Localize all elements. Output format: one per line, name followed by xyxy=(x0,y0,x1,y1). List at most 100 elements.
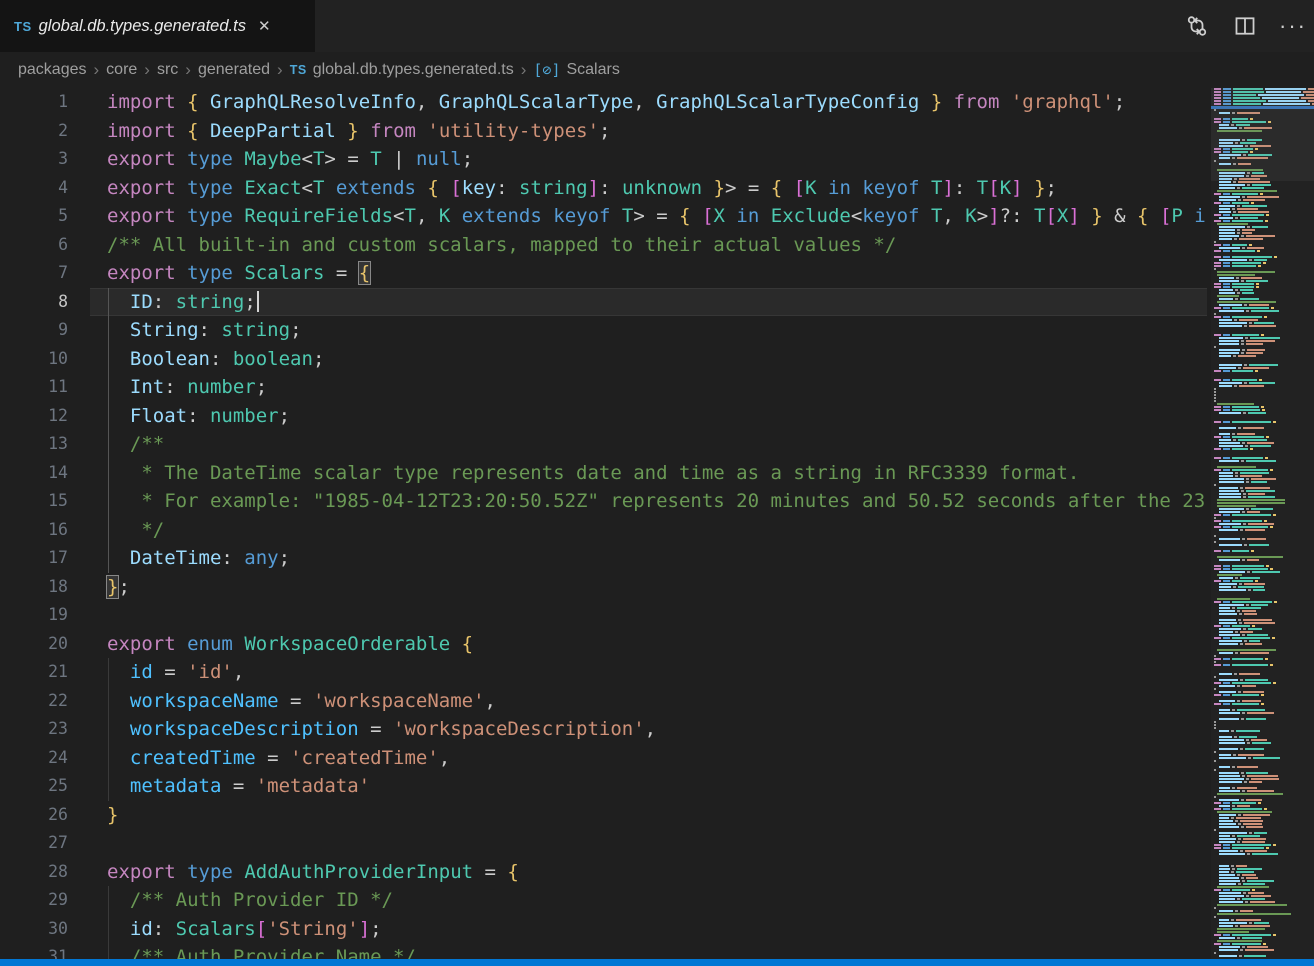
code-line-content: /** All built-in and custom scalars, map… xyxy=(90,231,1207,260)
code-line-content: DateTime: any; xyxy=(90,544,1207,573)
line-number[interactable]: 17 xyxy=(0,544,90,573)
line-number[interactable]: 30 xyxy=(0,915,90,944)
line-number[interactable]: 16 xyxy=(0,516,90,545)
breadcrumb-item[interactable]: packages xyxy=(18,61,87,79)
breadcrumb-item[interactable]: generated xyxy=(198,61,270,79)
code-line[interactable]: 2import { DeepPartial } from 'utility-ty… xyxy=(0,117,1207,146)
open-changes-icon[interactable] xyxy=(1184,13,1210,39)
code-line[interactable]: 10 Boolean: boolean; xyxy=(0,345,1207,374)
code-line[interactable]: 4export type Exact<T extends { [key: str… xyxy=(0,174,1207,203)
line-number[interactable]: 6 xyxy=(0,231,90,260)
code-line-content: * The DateTime scalar type represents da… xyxy=(90,459,1207,488)
line-number[interactable]: 13 xyxy=(0,430,90,459)
line-number[interactable]: 7 xyxy=(0,259,90,288)
code-line[interactable]: 7export type Scalars = { xyxy=(0,259,1207,288)
code-line-content: id = 'id', xyxy=(90,658,1207,687)
code-line-content: export type Scalars = { xyxy=(90,259,1207,288)
code-line-content: import { GraphQLResolveInfo, GraphQLScal… xyxy=(90,88,1207,117)
line-number[interactable]: 29 xyxy=(0,886,90,915)
code-line[interactable]: 17 DateTime: any; xyxy=(0,544,1207,573)
code-line[interactable]: 11 Int: number; xyxy=(0,373,1207,402)
line-number[interactable]: 10 xyxy=(0,345,90,374)
editor-actions: ··· xyxy=(1184,0,1306,52)
code-line[interactable]: 30 id: Scalars['String']; xyxy=(0,915,1207,944)
code-line[interactable]: 6/** All built-in and custom scalars, ma… xyxy=(0,231,1207,260)
tab-global-db-types[interactable]: TS global.db.types.generated.ts ✕ xyxy=(0,0,315,52)
line-number[interactable]: 4 xyxy=(0,174,90,203)
breadcrumb: packages›core›src›generated›TSglobal.db.… xyxy=(0,52,1314,88)
line-number[interactable]: 1 xyxy=(0,88,90,117)
code-line[interactable]: 28export type AddAuthProviderInput = { xyxy=(0,858,1207,887)
line-number[interactable]: 25 xyxy=(0,772,90,801)
line-number[interactable]: 2 xyxy=(0,117,90,146)
code-line[interactable]: 15 * For example: "1985-04-12T23:20:50.5… xyxy=(0,487,1207,516)
code-line[interactable]: 3export type Maybe<T> = T | null; xyxy=(0,145,1207,174)
code-line[interactable]: 23 workspaceDescription = 'workspaceDesc… xyxy=(0,715,1207,744)
split-editor-icon[interactable] xyxy=(1232,13,1258,39)
code-line[interactable]: 13 /** xyxy=(0,430,1207,459)
line-number[interactable]: 23 xyxy=(0,715,90,744)
code-line[interactable]: 12 Float: number; xyxy=(0,402,1207,431)
code-line[interactable]: 27 xyxy=(0,829,1207,858)
close-tab-icon[interactable]: ✕ xyxy=(258,17,271,35)
code-line[interactable]: 22 workspaceName = 'workspaceName', xyxy=(0,687,1207,716)
code-line[interactable]: 1import { GraphQLResolveInfo, GraphQLSca… xyxy=(0,88,1207,117)
line-number[interactable]: 18 xyxy=(0,573,90,602)
line-number[interactable]: 26 xyxy=(0,801,90,830)
code-line[interactable]: 21 id = 'id', xyxy=(0,658,1207,687)
code-line[interactable]: 18}; xyxy=(0,573,1207,602)
breadcrumb-item[interactable]: Scalars xyxy=(566,61,619,79)
code-line-content xyxy=(90,829,1207,858)
line-number[interactable]: 8 xyxy=(0,288,90,317)
line-number[interactable]: 9 xyxy=(0,316,90,345)
code-line[interactable]: 8 ID: string; xyxy=(0,288,1207,317)
line-number[interactable]: 3 xyxy=(0,145,90,174)
breadcrumb-item[interactable]: core xyxy=(106,61,137,79)
code-line[interactable]: 14 * The DateTime scalar type represents… xyxy=(0,459,1207,488)
code-line[interactable]: 9 String: string; xyxy=(0,316,1207,345)
line-number[interactable]: 19 xyxy=(0,601,90,630)
code-line-content: /** Auth Provider Name */ xyxy=(90,943,1207,959)
line-number[interactable]: 22 xyxy=(0,687,90,716)
line-number[interactable]: 27 xyxy=(0,829,90,858)
tab-bar: TS global.db.types.generated.ts ✕ ··· xyxy=(0,0,1314,52)
text-cursor xyxy=(257,291,259,312)
line-number[interactable]: 24 xyxy=(0,744,90,773)
code-line-content: export type RequireFields<T, K extends k… xyxy=(90,202,1207,231)
symbol-type-icon: [⊘] xyxy=(533,61,560,79)
code-line[interactable]: 29 /** Auth Provider ID */ xyxy=(0,886,1207,915)
more-actions-icon[interactable]: ··· xyxy=(1280,13,1306,39)
code-line-content: metadata = 'metadata' xyxy=(90,772,1207,801)
line-number[interactable]: 12 xyxy=(0,402,90,431)
breadcrumb-item[interactable]: src xyxy=(157,61,178,79)
minimap[interactable] xyxy=(1211,88,1314,959)
code-line-content: Float: number; xyxy=(90,402,1207,431)
code-line[interactable]: 16 */ xyxy=(0,516,1207,545)
code-line[interactable]: 25 metadata = 'metadata' xyxy=(0,772,1207,801)
code-line[interactable]: 26} xyxy=(0,801,1207,830)
line-number[interactable]: 14 xyxy=(0,459,90,488)
code-editor[interactable]: 1import { GraphQLResolveInfo, GraphQLSca… xyxy=(0,88,1207,959)
line-number[interactable]: 21 xyxy=(0,658,90,687)
line-number[interactable]: 28 xyxy=(0,858,90,887)
code-line[interactable]: 20export enum WorkspaceOrderable { xyxy=(0,630,1207,659)
code-line-content: * For example: "1985-04-12T23:20:50.52Z"… xyxy=(90,487,1207,516)
code-line[interactable]: 31 /** Auth Provider Name */ xyxy=(0,943,1207,959)
code-line-content: /** Auth Provider ID */ xyxy=(90,886,1207,915)
code-line-content: Int: number; xyxy=(90,373,1207,402)
line-number[interactable]: 15 xyxy=(0,487,90,516)
code-line-content: String: string; xyxy=(90,316,1207,345)
code-line-content xyxy=(90,601,1207,630)
code-line-content: export type AddAuthProviderInput = { xyxy=(90,858,1207,887)
code-line[interactable]: 24 createdTime = 'createdTime', xyxy=(0,744,1207,773)
code-line[interactable]: 19 xyxy=(0,601,1207,630)
minimap-slider[interactable] xyxy=(1211,88,1314,181)
line-number[interactable]: 31 xyxy=(0,943,90,959)
breadcrumb-item[interactable]: global.db.types.generated.ts xyxy=(313,61,514,79)
vscode-window: TS global.db.types.generated.ts ✕ ··· pa… xyxy=(0,0,1314,966)
code-line-content: export type Exact<T extends { [key: stri… xyxy=(90,174,1207,203)
line-number[interactable]: 11 xyxy=(0,373,90,402)
code-line[interactable]: 5export type RequireFields<T, K extends … xyxy=(0,202,1207,231)
line-number[interactable]: 20 xyxy=(0,630,90,659)
line-number[interactable]: 5 xyxy=(0,202,90,231)
